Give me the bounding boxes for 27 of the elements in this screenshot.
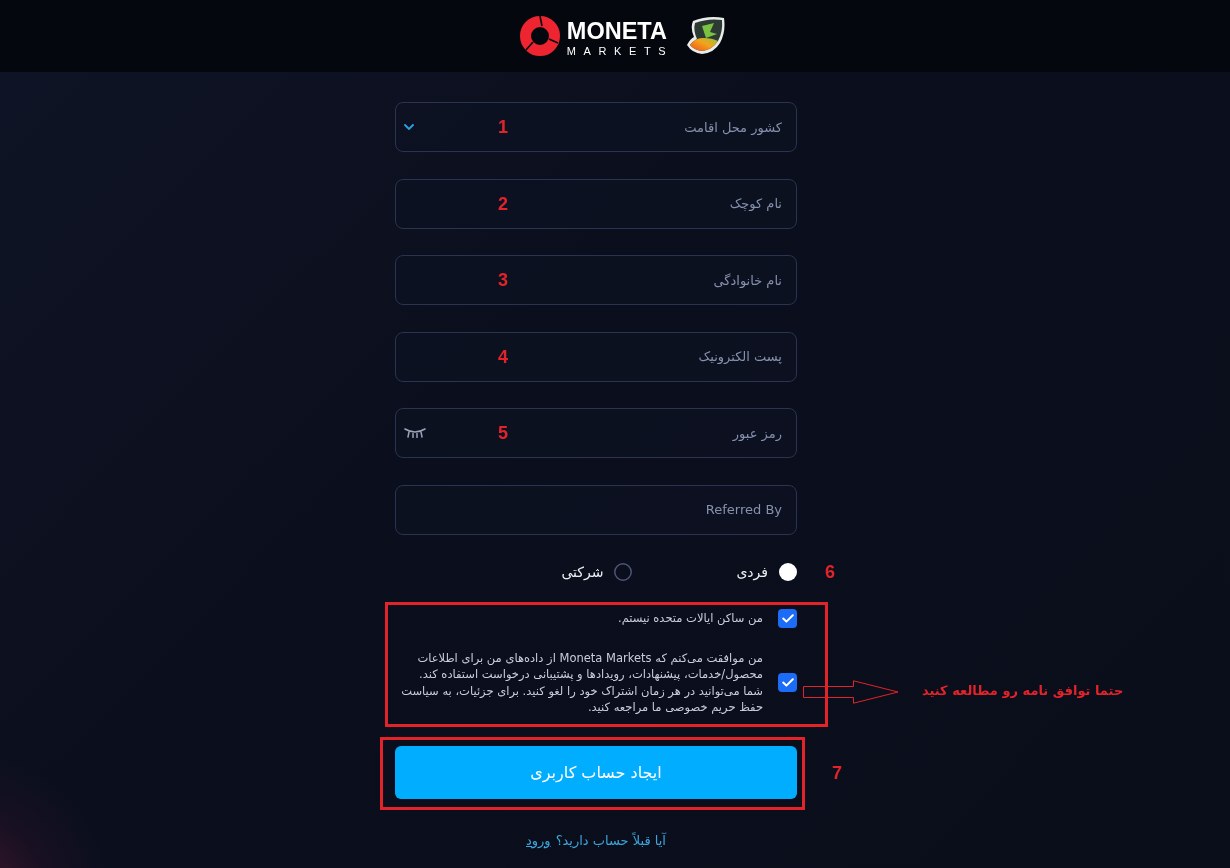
annotation-number: 4 [498, 346, 508, 367]
annotation-number: 3 [498, 270, 508, 291]
login-prompt: آیا قبلاً حساب دارید؟ [555, 831, 666, 850]
consent-text: من ساکن ایالات متحده نیستم. [618, 610, 763, 627]
login-link[interactable]: ورود [526, 831, 551, 850]
checkbox[interactable] [778, 608, 797, 628]
closed-eye-icon[interactable] [404, 428, 426, 439]
text-field[interactable]: Referred By [395, 484, 797, 535]
radio-label[interactable]: شرکتی [561, 562, 604, 581]
radio-button[interactable] [779, 562, 797, 581]
annotation-number: 2 [498, 193, 508, 214]
annotation-number: 1 [498, 117, 508, 137]
check-icon [781, 613, 794, 623]
brand-tagline: MARKETS [566, 44, 674, 58]
ring-logo-icon [519, 16, 560, 56]
annotation-number: 7 [832, 763, 842, 784]
shield-emblem-icon [684, 16, 727, 56]
chevron-down-icon[interactable] [404, 123, 414, 131]
check-icon [781, 678, 794, 688]
consent-text: من موافقت می‌کنم که Moneta Markets از داده‌های من برای اطلاعات محصول/خدمات، پیشنهادات، رویدادها و پشتیبانی درخواست استفاده کند. شما می‌توانید در هر زمان اشتراک خود را لغو کنید. برای جزئیات، به سیاست حفظ حریم خصوصی ما مراجعه کنید. [400, 649, 763, 716]
annotation-number: 5 [498, 423, 508, 444]
radio-label[interactable]: فردی [736, 562, 768, 581]
checkbox[interactable] [778, 673, 797, 693]
annotation-number: 6 [825, 561, 835, 582]
radio-button[interactable] [614, 562, 633, 581]
brand-name: MONETA [566, 18, 668, 43]
annotation-note: حتما توافق نامه رو مطالعه کنید [922, 681, 1124, 700]
